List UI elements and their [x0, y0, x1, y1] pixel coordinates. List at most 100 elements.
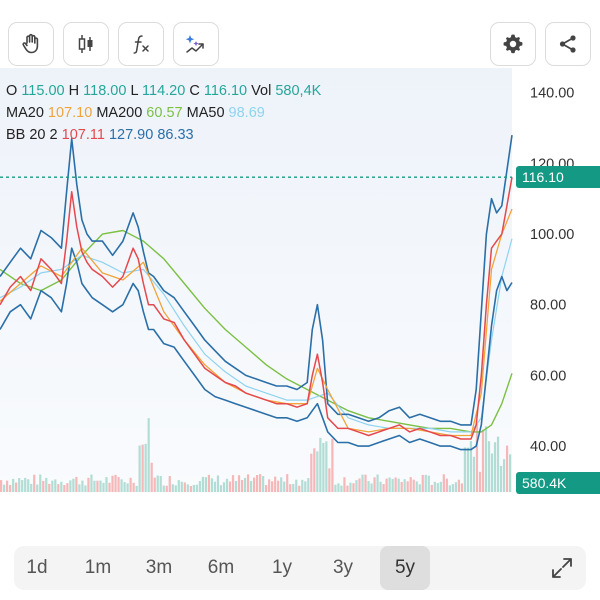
ma200-label: MA200: [96, 105, 143, 121]
ai-sparkle-chart-icon: [185, 35, 204, 53]
ai-insight-button[interactable]: [173, 22, 219, 66]
volume-bar: [265, 485, 268, 492]
volume-bar: [307, 478, 310, 492]
volume-bar: [24, 477, 27, 492]
volume-bar: [448, 485, 451, 492]
volume-bar: [120, 479, 123, 492]
low-value: 114.20: [142, 83, 186, 99]
volume-bar: [105, 477, 108, 492]
volume-bar: [234, 480, 238, 492]
volume-bar: [328, 468, 331, 492]
volume-bar: [138, 445, 141, 492]
volume-bar: [298, 485, 301, 492]
volume-bar: [108, 482, 111, 492]
volume-bar: [15, 482, 18, 492]
volume-bar: [162, 485, 165, 492]
open-label: O: [6, 83, 18, 99]
volume-bar: [33, 474, 36, 492]
volume-bar: [370, 483, 373, 492]
volume-bar: [36, 484, 39, 492]
hand-icon: [22, 33, 39, 54]
volume-bar: [415, 481, 418, 492]
volume-bar: [3, 484, 6, 492]
volume-bar: [171, 484, 174, 492]
volume-bar: [412, 479, 415, 492]
volume-bar: [340, 485, 343, 492]
volume-bar: [96, 480, 99, 492]
expand-icon[interactable]: [548, 554, 576, 582]
volume-bar: [222, 482, 226, 492]
volume-bar: [6, 480, 9, 492]
volume-bar: [352, 483, 355, 492]
share-button[interactable]: [545, 22, 591, 66]
volume-bar: [505, 445, 509, 492]
volume-bar: [60, 481, 63, 492]
bb-lower-value: 86.33: [157, 127, 194, 143]
volume-bar: [367, 481, 370, 492]
timeframe-1y[interactable]: 1y: [257, 546, 307, 590]
settings-button[interactable]: [490, 22, 536, 66]
timeframe-5y[interactable]: 5y: [380, 546, 430, 590]
volume-bar: [90, 474, 93, 492]
volume-bar: [177, 480, 180, 492]
timeframe-1d[interactable]: 1d: [12, 546, 62, 590]
volume-bar: [99, 480, 102, 492]
volume-bar: [198, 481, 201, 492]
ma20-value: 107.10: [47, 105, 93, 121]
volume-bar: [39, 474, 42, 492]
volume-bar: [63, 485, 66, 492]
volume-bar: [132, 482, 135, 492]
volume-bar: [481, 429, 485, 492]
price-tick-label: 80.00: [530, 298, 566, 314]
volume-bar: [442, 474, 445, 492]
price-tick-label: 100.00: [530, 227, 574, 243]
timeframe-3m[interactable]: 3m: [134, 546, 184, 590]
volume-bar: [472, 456, 476, 492]
volume-bar: [499, 465, 503, 492]
low-label: L: [130, 83, 138, 99]
ma200-value: 60.57: [146, 105, 183, 121]
volume-bar: [394, 477, 397, 492]
function-icon: [133, 35, 149, 54]
indicators-button[interactable]: [118, 22, 164, 66]
volume-bar: [216, 475, 220, 492]
ma-row: MA20 107.10 MA200 60.57 MA50 98.69: [6, 102, 321, 124]
candlestick-icon: [78, 35, 93, 53]
volume-bar: [262, 476, 265, 492]
volume-bar: [385, 478, 388, 492]
chart-toolbar: [0, 0, 600, 66]
candlestick-button[interactable]: [63, 22, 109, 66]
volume-bar: [445, 478, 448, 492]
volume-bar: [277, 480, 280, 492]
volume-bar: [310, 453, 313, 492]
bb-row: BB 20 2 107.11 127.90 86.33: [6, 124, 321, 146]
price-axis: 140.00120.00100.0080.0060.0040.00: [530, 86, 574, 455]
volume-bar: [93, 480, 96, 492]
volume-bar: [54, 479, 57, 492]
timeframe-1m[interactable]: 1m: [73, 546, 123, 590]
volume-bar: [331, 438, 334, 492]
volume-bar: [337, 483, 340, 492]
volume-bar: [66, 483, 69, 492]
volume-bar: [502, 459, 506, 492]
timeframe-6m[interactable]: 6m: [196, 546, 246, 590]
volume-bar: [30, 483, 33, 492]
volume-bar: [81, 480, 84, 492]
volume-bar: [102, 482, 105, 492]
volume-bar: [460, 483, 463, 492]
volume-bar: [487, 441, 491, 492]
volume-bar: [439, 481, 442, 492]
hand-tool-button[interactable]: [8, 22, 54, 66]
volume-bar: [292, 483, 295, 492]
volume-bar: [72, 478, 75, 492]
open-value: 115.00: [21, 83, 65, 99]
volume-bar: [259, 474, 262, 492]
volume-bar: [153, 477, 156, 492]
high-value: 118.00: [83, 83, 127, 99]
volume-bar: [364, 474, 367, 492]
volume-bar: [490, 453, 494, 492]
volume-bar: [355, 480, 358, 492]
timeframe-3y[interactable]: 3y: [318, 546, 368, 590]
price-tick-label: 60.00: [530, 368, 566, 384]
volume-bar: [9, 485, 12, 492]
